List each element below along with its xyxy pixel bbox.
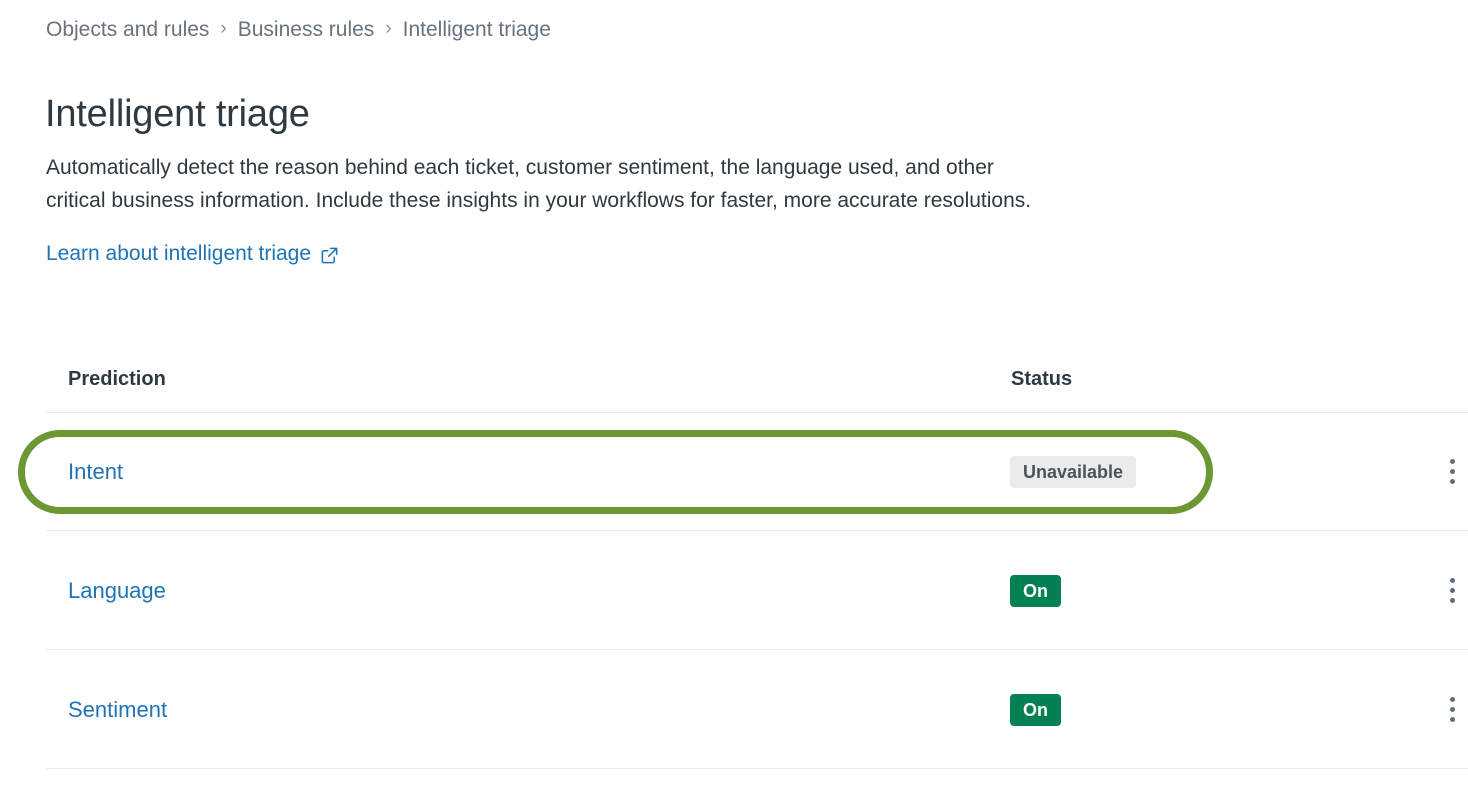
predictions-table: Prediction Status Intent Unavailable Lan… — [0, 350, 1468, 769]
status-badge: Unavailable — [1010, 455, 1137, 488]
prediction-link-intent[interactable]: Intent — [68, 457, 123, 487]
kebab-dot — [1449, 598, 1455, 603]
kebab-dot — [1449, 469, 1455, 474]
breadcrumb-item-business-rules[interactable]: Business rules — [238, 16, 375, 44]
kebab-menu-icon[interactable] — [1437, 453, 1467, 491]
status-cell: On — [1010, 574, 1061, 607]
table-row[interactable]: Language On — [0, 531, 1468, 650]
status-cell: Unavailable — [1010, 455, 1137, 488]
breadcrumb-separator-icon: › — [220, 18, 227, 39]
breadcrumb-separator-icon: › — [385, 18, 392, 39]
status-badge: On — [1010, 693, 1061, 726]
kebab-dot — [1449, 717, 1455, 722]
breadcrumb-item-intelligent-triage: Intelligent triage — [402, 18, 551, 41]
kebab-menu-icon[interactable] — [1437, 691, 1467, 729]
table-row[interactable]: Sentiment On — [0, 650, 1468, 769]
column-header-prediction: Prediction — [68, 368, 166, 390]
table-row[interactable]: Intent Unavailable — [0, 412, 1468, 531]
status-cell: On — [1010, 693, 1061, 726]
kebab-dot — [1449, 707, 1455, 712]
breadcrumb-item-objects-and-rules[interactable]: Objects and rules — [46, 16, 209, 44]
kebab-menu-icon[interactable] — [1437, 572, 1467, 610]
table-header-row: Prediction Status — [0, 350, 1468, 413]
external-link-icon — [320, 246, 339, 265]
kebab-dot — [1449, 459, 1455, 464]
page-title: Intelligent triage — [45, 93, 310, 136]
kebab-dot — [1449, 578, 1455, 583]
column-header-status: Status — [1011, 368, 1073, 390]
kebab-dot — [1449, 479, 1455, 484]
learn-link-label: Learn about intelligent triage — [46, 242, 312, 265]
breadcrumb: Objects and rules › Business rules › Int… — [46, 16, 551, 44]
kebab-dot — [1449, 697, 1455, 702]
prediction-link-language[interactable]: Language — [68, 576, 166, 606]
kebab-dot — [1449, 588, 1455, 593]
prediction-link-sentiment[interactable]: Sentiment — [68, 695, 167, 725]
row-divider — [46, 768, 1468, 769]
status-badge: On — [1010, 574, 1061, 607]
page-description: Automatically detect the reason behind e… — [46, 156, 1032, 212]
learn-about-intelligent-triage-link[interactable]: Learn about intelligent triage — [46, 239, 339, 269]
